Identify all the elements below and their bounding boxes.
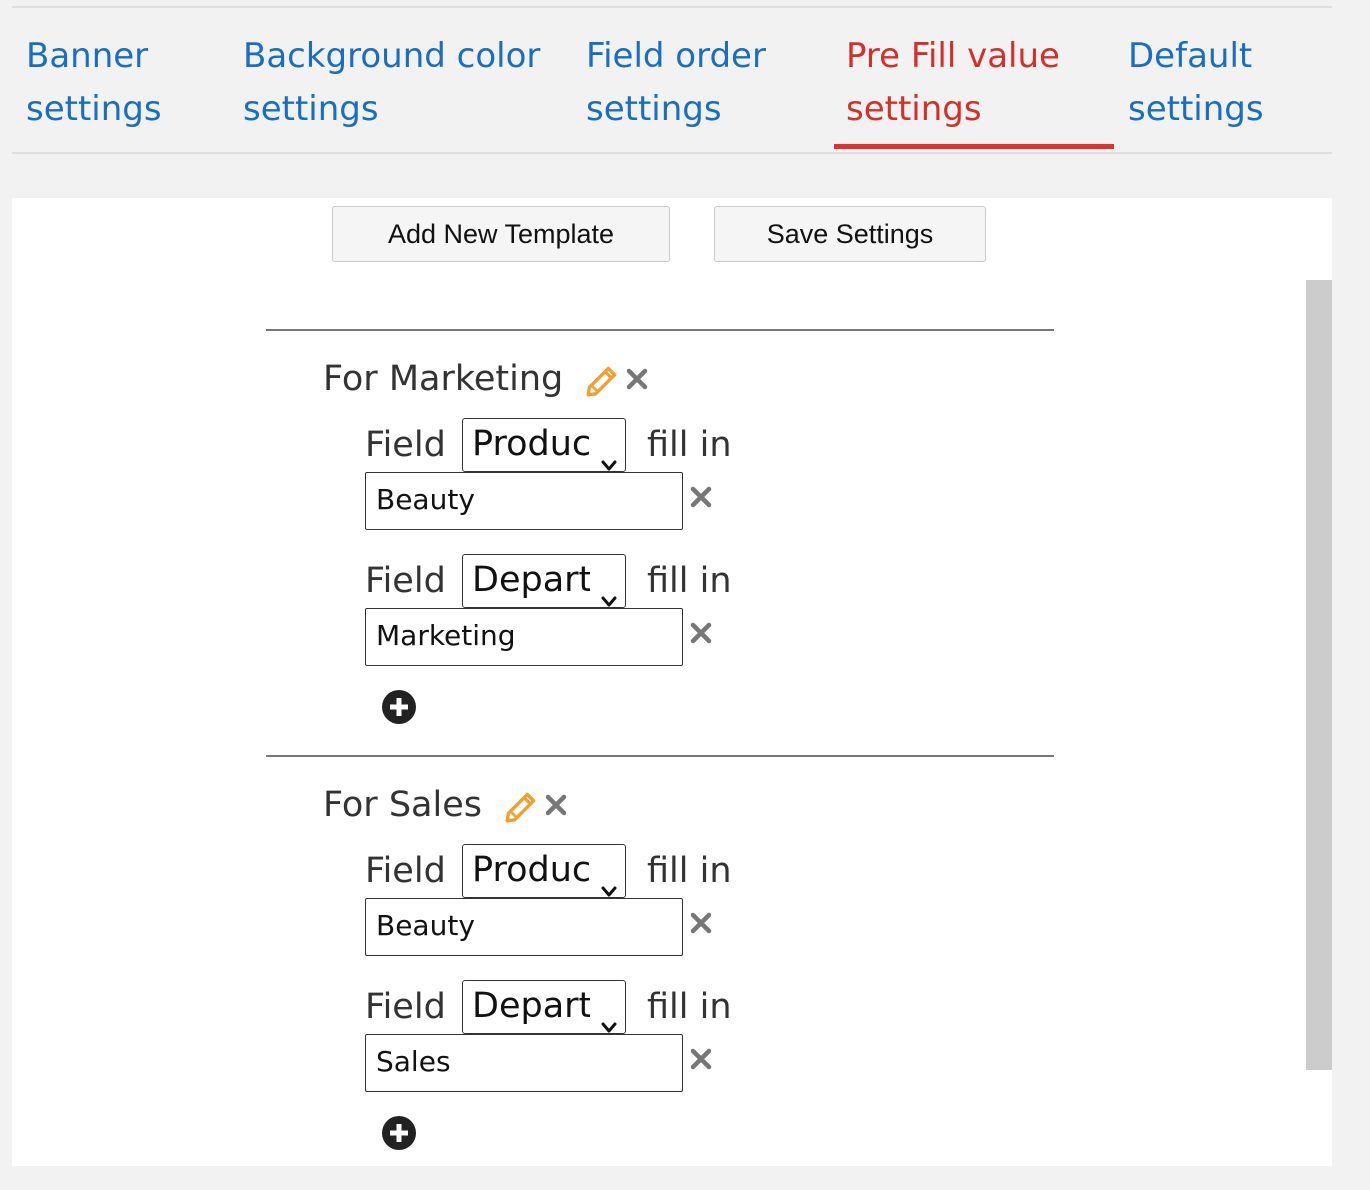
field-select-value: Produc	[472, 424, 590, 464]
field-select[interactable]: Produc	[462, 844, 626, 898]
chevron-down-icon	[601, 436, 617, 472]
fill-in-label: fill in	[647, 425, 732, 465]
tab-label-line2: settings	[1128, 89, 1264, 129]
tab-background-color-settings[interactable]: Background color settings	[243, 30, 540, 136]
chevron-down-icon	[601, 998, 617, 1034]
prefill-value-input[interactable]: Sales	[365, 1034, 683, 1092]
tab-label-line1: Default	[1128, 36, 1253, 76]
pencil-icon[interactable]	[583, 360, 621, 398]
prefill-value-input[interactable]: Beauty	[365, 898, 683, 956]
fill-in-label: fill in	[647, 561, 732, 601]
tab-label-line1: Background color	[243, 36, 541, 76]
field-select-value: Departi	[472, 560, 590, 600]
template-name: For Sales	[323, 785, 482, 825]
close-icon[interactable]	[689, 621, 713, 645]
tab-label-line1: Banner	[26, 36, 149, 76]
close-icon[interactable]	[544, 793, 568, 817]
field-label: Field	[365, 987, 446, 1027]
chevron-down-icon	[601, 572, 617, 608]
add-new-template-button[interactable]: Add New Template	[332, 206, 670, 262]
prefill-settings-panel: Add New Template Save Settings For Marke…	[12, 198, 1332, 1166]
active-tab-indicator	[834, 144, 1114, 149]
fill-in-label: fill in	[647, 851, 732, 891]
prefill-value-input[interactable]: Beauty	[365, 472, 683, 530]
tab-label-line2: settings	[846, 89, 982, 129]
field-label: Field	[365, 561, 446, 601]
close-icon[interactable]	[689, 911, 713, 935]
tab-label-line1: Pre Fill value	[846, 36, 1060, 76]
tab-label-line1: Field order	[586, 36, 766, 76]
tab-label-line2: settings	[26, 89, 162, 129]
tab-label-line2: settings	[586, 89, 722, 129]
settings-tab-bar: Banner settings Background color setting…	[12, 8, 1332, 154]
add-rule-plus-icon[interactable]	[381, 689, 417, 729]
tab-pre-fill-value-settings[interactable]: Pre Fill value settings	[846, 30, 1060, 136]
scrollbar[interactable]	[1306, 280, 1332, 1070]
field-select-value: Produc	[472, 850, 590, 890]
close-icon[interactable]	[689, 1047, 713, 1071]
save-settings-button[interactable]: Save Settings	[714, 206, 986, 262]
close-icon[interactable]	[625, 367, 649, 391]
template-name: For Marketing	[323, 359, 564, 399]
fill-in-label: fill in	[647, 987, 732, 1027]
pencil-icon[interactable]	[502, 786, 540, 824]
field-select[interactable]: Departi	[462, 980, 626, 1034]
tab-default-settings[interactable]: Default settings	[1128, 30, 1264, 136]
field-label: Field	[365, 851, 446, 891]
tab-label-line2: settings	[243, 89, 379, 129]
field-select-value: Departi	[472, 986, 590, 1026]
tab-field-order-settings[interactable]: Field order settings	[586, 30, 766, 136]
field-select[interactable]: Departi	[462, 554, 626, 608]
chevron-down-icon	[601, 862, 617, 898]
close-icon[interactable]	[689, 485, 713, 509]
field-label: Field	[365, 425, 446, 465]
template-divider	[266, 755, 1054, 757]
template-header: For Sales	[323, 781, 568, 829]
field-select[interactable]: Produc	[462, 418, 626, 472]
add-rule-plus-icon[interactable]	[381, 1115, 417, 1155]
tab-banner-settings[interactable]: Banner settings	[26, 30, 162, 136]
template-header: For Marketing	[323, 355, 649, 403]
template-divider	[266, 329, 1054, 331]
prefill-value-input[interactable]: Marketing	[365, 608, 683, 666]
